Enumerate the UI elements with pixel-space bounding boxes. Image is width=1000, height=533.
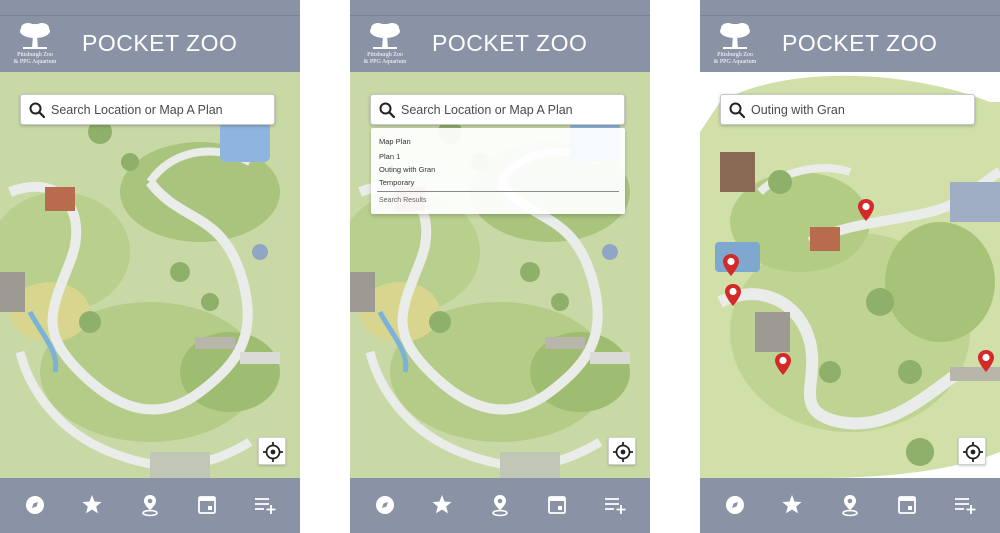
status-bar (0, 0, 300, 16)
bottom-tab-bar (350, 478, 650, 533)
logo-text-line2: & PPG Aquarium (713, 59, 757, 65)
compass-icon (26, 496, 44, 514)
tab-map[interactable] (137, 492, 163, 518)
search-icon (729, 102, 745, 118)
tab-calendar[interactable] (194, 492, 220, 518)
search-placeholder: Search Location or Map A Plan (401, 103, 573, 117)
star-icon (782, 495, 802, 514)
map-pin-icon (142, 495, 158, 517)
search-suggestions-dropdown: Map Plan Plan 1 Outing with Gran Tempora… (371, 128, 625, 214)
phone-screen-map: Pittsburgh Zoo & PPG Aquarium POCKET ZOO (0, 0, 300, 533)
zoo-map[interactable] (0, 72, 300, 478)
locate-me-button[interactable] (258, 437, 286, 465)
suggestion-plan-1[interactable]: Plan 1 (379, 152, 400, 161)
tab-calendar[interactable] (544, 492, 570, 518)
locate-me-button[interactable] (608, 437, 636, 465)
tab-plans[interactable] (252, 492, 278, 518)
map-marker-icon[interactable] (724, 283, 742, 307)
tab-explore[interactable] (22, 492, 48, 518)
search-input[interactable]: Search Location or Map A Plan (20, 94, 275, 125)
search-input[interactable]: Outing with Gran (720, 94, 975, 125)
logo-text-line1: Pittsburgh Zoo (17, 52, 53, 58)
compass-icon (376, 496, 394, 514)
logo-text-line1: Pittsburgh Zoo (717, 52, 753, 58)
compass-icon (726, 496, 744, 514)
playlist-add-icon (605, 498, 626, 514)
tab-plans[interactable] (602, 492, 628, 518)
search-input[interactable]: Search Location or Map A Plan (370, 94, 625, 125)
phone-screen-plan-route: Pittsburgh Zoo & PPG Aquarium POCKET ZOO (700, 0, 1000, 533)
status-bar (350, 0, 650, 16)
illustrated-map[interactable] (0, 72, 300, 478)
search-icon (379, 102, 395, 118)
crosshair-icon (613, 442, 633, 462)
tab-map[interactable] (837, 492, 863, 518)
crosshair-icon (263, 442, 283, 462)
suggestion-map-plan[interactable]: Map Plan (379, 137, 411, 146)
zoo-logo: Pittsburgh Zoo & PPG Aquarium (360, 22, 410, 68)
search-placeholder: Search Location or Map A Plan (51, 103, 223, 117)
suggestion-temporary[interactable]: Temporary (379, 178, 414, 187)
suggestion-outing-with-gran[interactable]: Outing with Gran (379, 165, 435, 174)
dropdown-divider (377, 191, 619, 192)
map-pin-icon (492, 495, 508, 517)
calendar-icon (198, 496, 216, 514)
tab-calendar[interactable] (894, 492, 920, 518)
status-bar (700, 0, 1000, 16)
map-pin-icon (842, 495, 858, 517)
tree-logo-icon (20, 23, 50, 49)
zoo-logo: Pittsburgh Zoo & PPG Aquarium (10, 22, 60, 68)
tree-logo-icon (720, 23, 750, 49)
phone-screen-search-dropdown: Pittsburgh Zoo & PPG Aquarium POCKET ZOO (350, 0, 650, 533)
tab-favorites[interactable] (79, 492, 105, 518)
calendar-icon (898, 496, 916, 514)
search-icon (29, 102, 45, 118)
star-icon (432, 495, 452, 514)
zoo-logo: Pittsburgh Zoo & PPG Aquarium (710, 22, 760, 68)
bottom-tab-bar (700, 478, 1000, 533)
playlist-add-icon (955, 498, 976, 514)
map-marker-icon[interactable] (774, 352, 792, 376)
tab-map[interactable] (487, 492, 513, 518)
search-value: Outing with Gran (751, 103, 845, 117)
app-title: POCKET ZOO (782, 30, 938, 56)
search-results-label: Search Results (379, 197, 427, 204)
app-title: POCKET ZOO (82, 30, 238, 56)
app-header: Pittsburgh Zoo & PPG Aquarium POCKET ZOO (0, 16, 300, 72)
locate-me-button[interactable] (958, 437, 986, 465)
playlist-add-icon (255, 498, 276, 514)
map-marker-icon[interactable] (722, 253, 740, 277)
tab-plans[interactable] (952, 492, 978, 518)
illustrated-map-zoomed[interactable] (700, 72, 1000, 478)
tab-explore[interactable] (722, 492, 748, 518)
star-icon (82, 495, 102, 514)
logo-text-line2: & PPG Aquarium (363, 59, 407, 65)
tab-favorites[interactable] (429, 492, 455, 518)
logo-text-line2: & PPG Aquarium (13, 59, 57, 65)
app-header: Pittsburgh Zoo & PPG Aquarium POCKET ZOO (700, 16, 1000, 72)
logo-text-line1: Pittsburgh Zoo (367, 52, 403, 58)
bottom-tab-bar (0, 478, 300, 533)
tab-favorites[interactable] (779, 492, 805, 518)
app-title: POCKET ZOO (432, 30, 588, 56)
calendar-icon (548, 496, 566, 514)
app-header: Pittsburgh Zoo & PPG Aquarium POCKET ZOO (350, 16, 650, 72)
map-marker-icon[interactable] (977, 349, 995, 373)
tab-explore[interactable] (372, 492, 398, 518)
map-marker-icon[interactable] (857, 198, 875, 222)
crosshair-icon (963, 442, 983, 462)
zoo-map[interactable] (700, 72, 1000, 478)
tree-logo-icon (370, 23, 400, 49)
